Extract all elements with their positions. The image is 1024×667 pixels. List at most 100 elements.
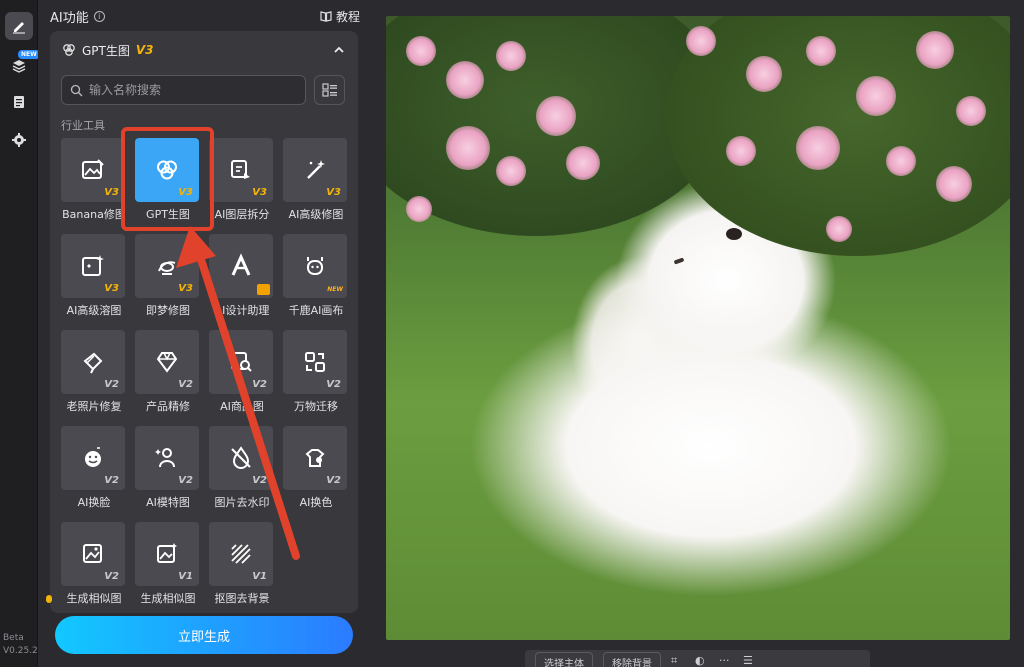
version-tag: V2 (326, 475, 341, 486)
tool-label: AI模特图 (146, 496, 190, 509)
tool-dream-edit[interactable]: V3 即梦修图 (133, 234, 203, 320)
flower (726, 136, 756, 166)
flower (406, 36, 436, 66)
tool-tile: V3 (135, 138, 199, 202)
gem-icon (156, 352, 178, 373)
flower (446, 126, 490, 170)
openai-logo-icon (157, 160, 177, 180)
version-number: V0.25.2 (3, 646, 38, 656)
tool-label: AI高级修图 (288, 208, 344, 221)
flower (686, 26, 716, 56)
version-tag: V2 (104, 379, 119, 390)
tool-watermark-remove[interactable]: V2 图片去水印 (207, 426, 277, 512)
select-subject-button[interactable]: 选择主体 (535, 652, 593, 667)
tool-label: GPT生图 (146, 208, 190, 221)
tool-deer-canvas[interactable]: NEW 千鹿AI画布 (281, 234, 351, 320)
background-remove-icon (231, 544, 251, 564)
tool-recolor[interactable]: V2 AI换色 (281, 426, 351, 512)
tool-label: 抠图去背景 (214, 592, 270, 605)
generate-button[interactable]: 立即生成 (55, 616, 353, 654)
card-title: GPT生图 (82, 43, 130, 58)
version-tag: V2 (326, 379, 341, 390)
card-header[interactable]: GPT生图 V3 (62, 39, 346, 61)
tool-product-image[interactable]: V2 AI商品图 (207, 330, 277, 416)
info-icon[interactable]: i (93, 10, 105, 22)
remove-background-button[interactable]: 移除背景 (603, 652, 661, 667)
tool-tile: V1 (209, 522, 273, 586)
tool-photo-restore[interactable]: V2 老照片修复 (59, 330, 129, 416)
edit-tool-button[interactable] (5, 12, 33, 40)
version-tag: V2 (104, 475, 119, 486)
tool-tile: V2 (61, 522, 125, 586)
tool-label: 生成相似图 (66, 592, 122, 605)
tool-advanced-edit[interactable]: V3 AI高级修图 (281, 138, 351, 224)
tool-tile: V2 (283, 330, 347, 394)
history-button[interactable] (5, 88, 33, 116)
section-label: 行业工具 (61, 119, 105, 132)
tool-layer-split[interactable]: V3 AI图层拆分 (207, 138, 277, 224)
new-badge: NEW (18, 50, 40, 59)
tool-design-assistant[interactable]: AI设计助理 (207, 234, 277, 320)
dog-eye (673, 257, 685, 265)
app-version: Beta V0.25.2 (3, 632, 38, 658)
version-tag: V3 (104, 187, 119, 198)
tool-similar-v1[interactable]: V1 生成相似图 (133, 522, 203, 608)
tool-similar-v2[interactable]: V2 生成相似图 (59, 522, 129, 608)
tool-tile: V2 (61, 426, 125, 490)
recolor-icon (305, 449, 325, 467)
flower (856, 76, 896, 116)
tool-label: AI换脸 (77, 496, 111, 509)
tool-background-remove[interactable]: V1 抠图去背景 (207, 522, 277, 608)
flower (956, 96, 986, 126)
flower (886, 146, 916, 176)
tool-face-swap[interactable]: V2 AI换脸 (59, 426, 129, 512)
crown-icon (257, 284, 270, 295)
tool-tile: V3 (135, 234, 199, 298)
photo-restore-icon (83, 352, 103, 374)
tool-advanced-blend[interactable]: V3 AI高级溶图 (59, 234, 129, 320)
dog-nose (726, 228, 742, 240)
tutorial-link[interactable]: 教程 (320, 8, 360, 25)
tool-tile: V2 (209, 330, 273, 394)
tool-tile: V2 (135, 426, 199, 490)
settings-button[interactable] (5, 126, 33, 154)
scroll-indicator (46, 595, 52, 603)
contrast-icon[interactable]: ◐ (695, 655, 709, 667)
chevron-up-icon[interactable] (332, 43, 346, 57)
tool-tile (209, 234, 273, 298)
tool-tile: NEW (283, 234, 347, 298)
gear-icon (12, 133, 26, 147)
search-input[interactable] (89, 83, 289, 97)
tool-label: 产品精修 (146, 400, 190, 413)
new-tag: NEW (327, 286, 343, 293)
version-tag: V2 (178, 379, 193, 390)
flower (566, 146, 600, 180)
version-tag: V1 (178, 571, 193, 582)
sliders-icon[interactable]: ☰ (743, 655, 757, 667)
tool-product-retouch[interactable]: V2 产品精修 (133, 330, 203, 416)
tool-transfer[interactable]: V2 万物迁移 (281, 330, 351, 416)
layers-icon (12, 60, 26, 73)
tool-tile: V2 (283, 426, 347, 490)
tool-tile: V2 (135, 330, 199, 394)
canvas-image[interactable] (386, 16, 1010, 640)
image-similar-v1-icon (157, 543, 177, 563)
tool-label: 老照片修复 (66, 400, 122, 413)
tool-tile: V3 (209, 138, 273, 202)
left-rail: NEW Beta V0.25.2 (0, 0, 40, 667)
card-version-tag: V3 (135, 43, 154, 57)
list-view-button[interactable] (314, 75, 345, 105)
tool-label: 即梦修图 (146, 304, 190, 317)
more-menu[interactable]: ··· (719, 655, 733, 667)
version-tag: V3 (104, 283, 119, 294)
tool-label: 图片去水印 (214, 496, 270, 509)
tool-model-image[interactable]: V2 AI模特图 (133, 426, 203, 512)
deer-canvas-icon (307, 257, 323, 275)
dream-edit-icon (158, 261, 176, 275)
search-box[interactable] (61, 75, 306, 105)
crop-icon[interactable]: ⌗ (671, 655, 685, 667)
version-tag: V2 (252, 379, 267, 390)
tool-tile: V3 (61, 138, 125, 202)
tool-gpt-image[interactable]: V3 GPT生图 (133, 138, 203, 224)
tool-banana-edit[interactable]: V3 Banana修图 (59, 138, 129, 224)
